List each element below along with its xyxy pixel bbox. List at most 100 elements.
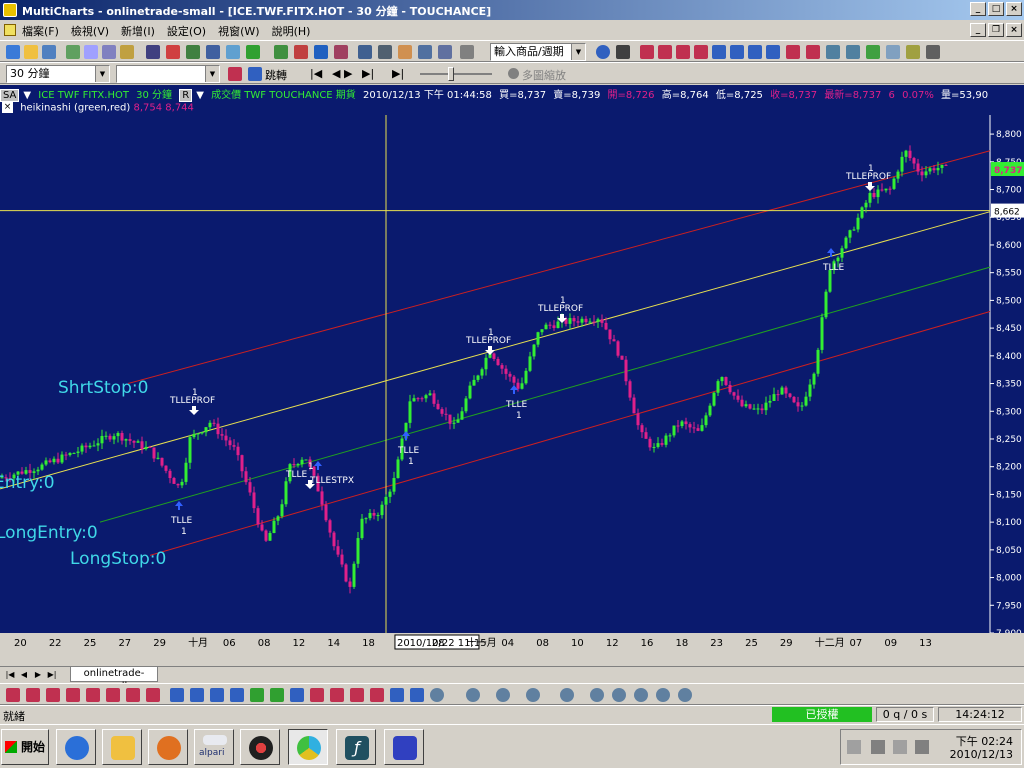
channel-tool-icon[interactable] [66, 688, 80, 702]
play-button[interactable]: ▶ [344, 67, 352, 80]
settings-icon[interactable] [926, 45, 940, 59]
move-up-icon[interactable] [748, 45, 762, 59]
arc-tool-icon[interactable] [146, 688, 160, 702]
taskbar-app-folder[interactable] [102, 729, 142, 765]
sa-badge[interactable]: SA [0, 89, 20, 102]
price-chart[interactable]: 8,8008,7508,7008,6508,6008,5508,5008,450… [0, 85, 1024, 652]
maximize-button[interactable]: □ [988, 2, 1004, 16]
volume-icon[interactable] [915, 740, 929, 754]
taskbar-app-alpari[interactable]: alpari [194, 729, 234, 765]
menu-file[interactable]: 檔案(F) [22, 23, 59, 39]
trade-panel-icon[interactable] [466, 688, 480, 702]
format-icon[interactable] [334, 45, 348, 59]
window-icon[interactable] [84, 45, 98, 59]
authorization-status[interactable]: 已授權 [772, 707, 872, 722]
scale-icon[interactable] [806, 45, 820, 59]
symbol-input[interactable]: 輸入商品/週期 ▼ [490, 43, 586, 61]
menu-window[interactable]: 視窗(W) [218, 23, 259, 39]
rect-tool-icon[interactable] [290, 688, 304, 702]
chart-canvas[interactable]: 8,8008,7508,7008,6508,6008,5508,5008,450… [0, 85, 1024, 652]
dropdown-icon[interactable] [146, 45, 160, 59]
save-icon[interactable] [42, 45, 56, 59]
document-icon[interactable] [4, 24, 16, 36]
compress-icon[interactable] [676, 45, 690, 59]
drag-tool-icon[interactable] [438, 45, 452, 59]
quote-icon[interactable] [102, 45, 116, 59]
refresh-icon[interactable] [866, 45, 880, 59]
text-tool-icon[interactable] [310, 688, 324, 702]
speed-line-icon[interactable] [190, 688, 204, 702]
orders-icon[interactable] [186, 45, 200, 59]
minimize-button[interactable]: _ [970, 2, 986, 16]
prev-bar-button[interactable]: ◀ [332, 67, 340, 80]
arrow-up-tool-icon[interactable] [390, 688, 404, 702]
next-tab-icon[interactable]: ▶ [32, 669, 44, 681]
data-window-icon[interactable] [906, 45, 920, 59]
last-tab-icon[interactable]: ▶| [46, 669, 58, 681]
network-icon[interactable] [871, 740, 885, 754]
taskbar-app-multicharts[interactable] [288, 729, 328, 765]
child-minimize-button[interactable]: _ [970, 23, 986, 37]
fib-tool-icon[interactable] [106, 688, 120, 702]
chevron-down-icon[interactable]: ▼ [571, 44, 585, 60]
account-icon[interactable] [656, 688, 670, 702]
taskbar-app-media[interactable] [148, 729, 188, 765]
secondary-select[interactable]: ▼ [116, 65, 220, 83]
scanner-icon[interactable] [120, 45, 134, 59]
tab-onlinetrade-small[interactable]: onlinetrade-small [70, 667, 158, 692]
taskbar-app-ie[interactable] [56, 729, 96, 765]
reverse-icon[interactable] [634, 688, 648, 702]
multi-zoom-button[interactable]: 多圖縮放 [522, 67, 566, 83]
strategy-icon[interactable] [314, 45, 328, 59]
menu-view[interactable]: 檢視(V) [71, 23, 109, 39]
prev-tab-icon[interactable]: ◀ [18, 669, 30, 681]
menu-settings[interactable]: 設定(O) [167, 23, 206, 39]
r-badge[interactable]: R [179, 89, 193, 102]
jump-button[interactable]: 跳轉 [265, 67, 287, 83]
grid-tool-icon[interactable] [270, 688, 284, 702]
arrow-down-tool-icon[interactable] [410, 688, 424, 702]
expand-icon[interactable] [694, 45, 708, 59]
triangle-tool-icon[interactable] [370, 688, 384, 702]
multicharts-app-icon[interactable] [3, 3, 17, 17]
child-restore-button[interactable]: ❐ [988, 23, 1004, 37]
flatten-icon[interactable] [612, 688, 626, 702]
order-tool-icon[interactable] [526, 688, 540, 702]
crosshair-icon[interactable] [378, 45, 392, 59]
dom-icon[interactable] [206, 45, 220, 59]
portfolio-icon[interactable] [166, 45, 180, 59]
indicator-icon[interactable] [274, 45, 288, 59]
title-bar[interactable]: MultiCharts - onlinetrade-small - [ICE.T… [0, 0, 1024, 20]
line-tool-icon[interactable] [6, 688, 20, 702]
marker-icon[interactable] [228, 67, 242, 81]
speed-slider[interactable] [420, 67, 492, 81]
cancel-orders-icon[interactable] [590, 688, 604, 702]
menu-insert[interactable]: 新增(I) [121, 23, 155, 39]
hand-tool-icon[interactable] [398, 45, 412, 59]
check-icon[interactable] [246, 45, 260, 59]
quick-trade-icon[interactable] [430, 688, 444, 702]
new-chart-icon[interactable] [6, 45, 20, 59]
ellipse-tool-icon[interactable] [350, 688, 364, 702]
first-tab-icon[interactable]: |◀ [4, 669, 16, 681]
bar-down-icon[interactable] [730, 45, 744, 59]
axis-icon[interactable] [786, 45, 800, 59]
position-tool-icon[interactable] [560, 688, 574, 702]
bar-up-icon[interactable] [712, 45, 726, 59]
menu-help[interactable]: 說明(H) [272, 23, 311, 39]
taskbar-app-hand[interactable] [384, 729, 424, 765]
chevron-down-icon[interactable]: ▼ [95, 66, 109, 82]
zoom-tool-icon[interactable] [418, 45, 432, 59]
cursor-icon[interactable] [358, 45, 372, 59]
ray-tool-icon[interactable] [26, 688, 40, 702]
apply-icon[interactable] [596, 45, 610, 59]
next-bar-button[interactable]: ▶| [362, 67, 374, 80]
first-bar-button[interactable]: |◀ [310, 67, 322, 80]
hline-tool-icon[interactable] [46, 688, 60, 702]
zoom-out-icon[interactable] [846, 45, 860, 59]
tray-clock-date[interactable]: 2010/12/13 [950, 748, 1013, 761]
scroll-left-icon[interactable] [640, 45, 654, 59]
pitchfork-tool-icon[interactable] [170, 688, 184, 702]
chevron-down-icon[interactable]: ▼ [205, 66, 219, 82]
open-icon[interactable] [24, 45, 38, 59]
